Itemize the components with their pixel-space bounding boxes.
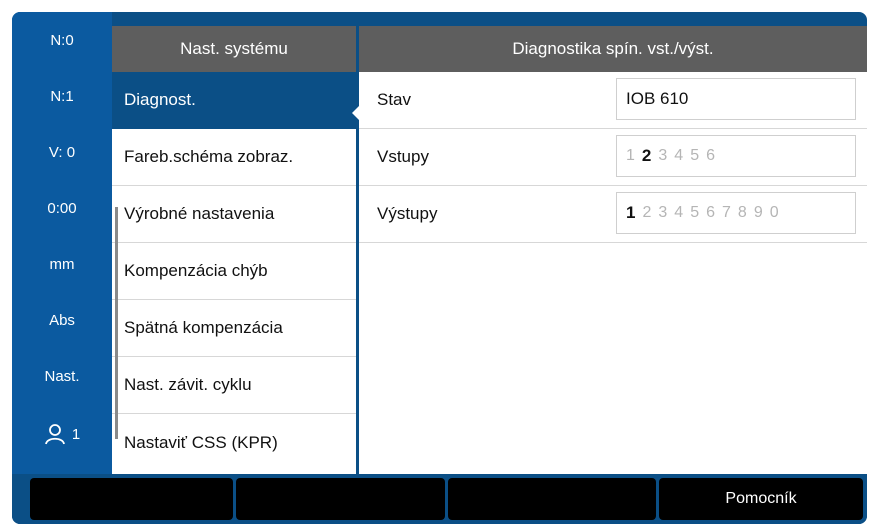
user-icon xyxy=(44,424,65,445)
menu-item-factory-settings[interactable]: Výrobné nastavenia xyxy=(112,186,356,243)
outputs-indicator: 1234567890 xyxy=(616,192,856,234)
inputs-label: Vstupy xyxy=(377,147,429,166)
row-status: Stav IOB 610 xyxy=(359,72,867,129)
input-digit-5: 6 xyxy=(706,147,715,164)
status-value: IOB 610 xyxy=(616,78,856,120)
device-frame: N:0 N:1 V: 0 0:00 mm Abs Nast. 1 Nast. s… xyxy=(12,12,867,524)
output-digit-3: 4 xyxy=(674,204,684,221)
status-datum-n0[interactable]: N:0 xyxy=(12,12,112,68)
status-units[interactable]: mm xyxy=(12,236,112,292)
softkey-1[interactable] xyxy=(30,478,233,520)
status-tool-n1[interactable]: N:1 xyxy=(12,68,112,124)
input-digit-3: 4 xyxy=(674,147,684,164)
menu-item-backlash-compensation[interactable]: Spätná kompenzácia xyxy=(112,300,356,357)
content-header-title: Diagnostika spín. vst./výst. xyxy=(359,26,867,72)
menu-header-title: Nast. systému xyxy=(112,26,356,72)
input-digit-1: 2 xyxy=(641,146,652,165)
status-setup[interactable]: Nast. xyxy=(12,348,112,404)
output-digit-7: 8 xyxy=(737,204,747,221)
output-digit-1: 2 xyxy=(642,204,652,221)
input-digit-0: 1 xyxy=(626,147,635,164)
output-digit-6: 7 xyxy=(722,204,731,221)
outputs-label: Výstupy xyxy=(377,204,438,223)
menu-scrollbar[interactable] xyxy=(115,207,118,439)
softkey-bar: Pomocník xyxy=(12,474,867,524)
menu-item-thread-cycle[interactable]: Nast. závit. cyklu xyxy=(112,357,356,414)
input-digit-2: 3 xyxy=(658,147,668,164)
menu-item-css[interactable]: Nastaviť CSS (KPR) xyxy=(112,414,356,471)
status-label: Stav xyxy=(377,90,412,109)
row-outputs: Výstupy 1234567890 xyxy=(359,186,867,243)
output-digit-5: 6 xyxy=(706,204,715,221)
inputs-indicator: 123456 xyxy=(616,135,856,177)
input-digit-4: 5 xyxy=(690,147,700,164)
output-digit-0: 1 xyxy=(626,203,636,222)
help-button[interactable]: Pomocník xyxy=(659,478,863,520)
menu-item-error-compensation[interactable]: Kompenzácia chýb xyxy=(112,243,356,300)
user-count: 1 xyxy=(71,425,81,443)
output-digit-8: 9 xyxy=(753,204,763,221)
status-bar: N:0 N:1 V: 0 0:00 mm Abs Nast. 1 xyxy=(12,12,112,474)
diagnostics-panel: Stav IOB 610 Vstupy 123456 Výstupy 12345… xyxy=(359,72,867,474)
output-digit-9: 0 xyxy=(769,204,779,221)
output-digit-2: 3 xyxy=(658,204,668,221)
softkey-2[interactable] xyxy=(236,478,445,520)
status-timer[interactable]: 0:00 xyxy=(12,180,112,236)
settings-menu: Diagnost. Fareb.schéma zobraz. Výrobné n… xyxy=(112,72,360,474)
softkey-3[interactable] xyxy=(448,478,656,520)
row-inputs: Vstupy 123456 xyxy=(359,129,867,186)
status-user[interactable]: 1 xyxy=(12,406,112,462)
status-abs[interactable]: Abs xyxy=(12,292,112,348)
menu-item-diagnostics[interactable]: Diagnost. xyxy=(112,72,356,129)
menu-item-color-scheme[interactable]: Fareb.schéma zobraz. xyxy=(112,129,356,186)
status-feed[interactable]: V: 0 xyxy=(12,124,112,180)
output-digit-4: 5 xyxy=(690,204,700,221)
